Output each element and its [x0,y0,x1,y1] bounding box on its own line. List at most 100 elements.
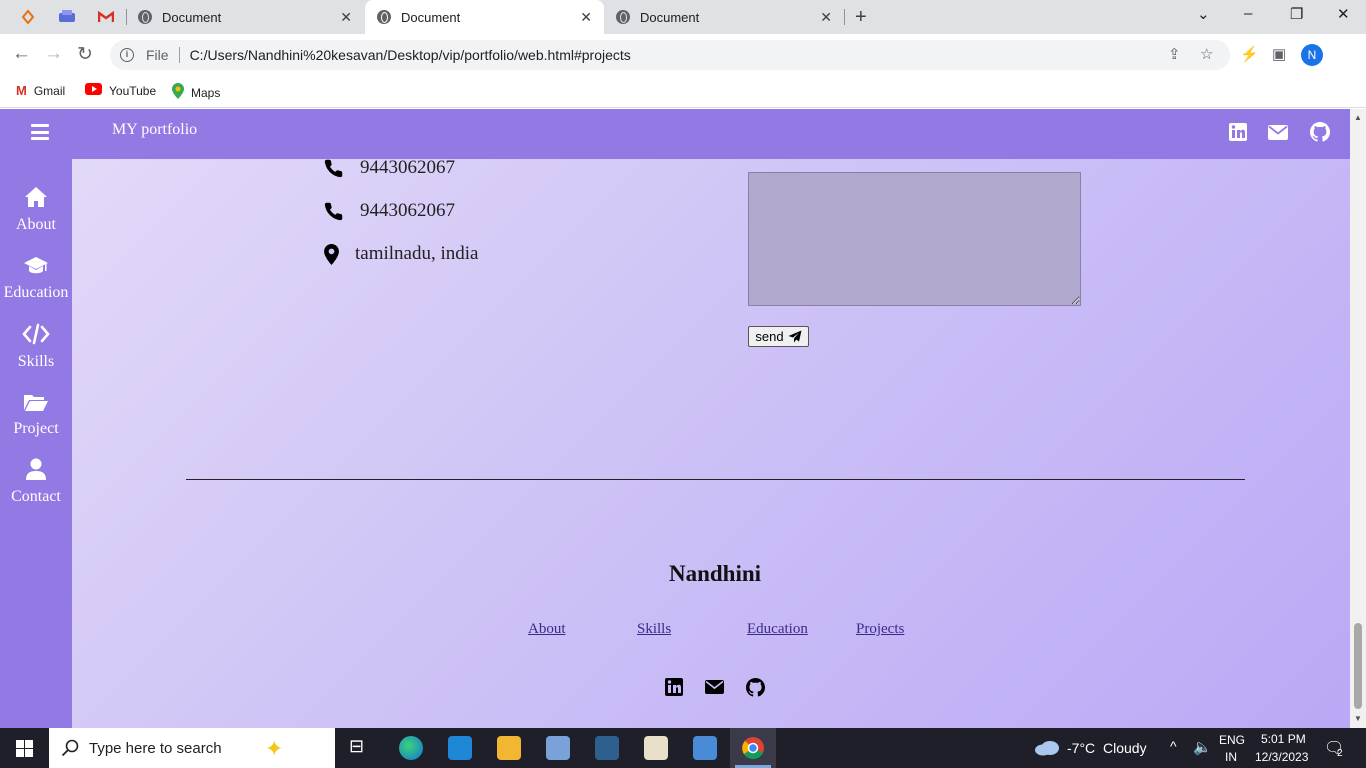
pinned-tab-printer[interactable] [54,6,80,28]
map-marker-icon [324,243,339,265]
close-icon[interactable]: ✕ [340,9,352,26]
browser-tab-bar: Document ✕ Document ✕ Document ✕ + ⌄ – ❐… [0,0,1366,34]
file-explorer-icon[interactable] [497,736,521,760]
taskbar-search-box[interactable]: Type here to search ✦ [49,728,335,768]
windows-start-icon[interactable] [16,740,33,757]
page-scrollbar[interactable]: ▲ ▼ [1350,109,1366,728]
mail-app-icon[interactable] [448,736,472,760]
profile-avatar[interactable]: N [1301,44,1323,66]
linkedin-icon[interactable] [1229,123,1247,141]
address-bar[interactable]: i File C:/Users/Nandhini%20kesavan/Deskt… [110,40,1230,70]
sidebar-item-project[interactable]: Project [0,392,72,438]
github-icon[interactable] [1310,122,1330,142]
hamburger-menu-icon[interactable] [31,124,49,140]
notification-count: 2 [1337,748,1343,759]
chrome-taskbar-button[interactable] [730,728,776,768]
tab-separator [844,9,845,25]
footer-link-about[interactable]: About [528,621,566,638]
tab-title: Document [640,9,700,25]
clock-date[interactable]: 12/3/2023 [1255,750,1308,764]
linkedin-icon[interactable] [665,678,683,696]
footer-link-skills[interactable]: Skills [637,621,671,638]
sidebar-item-about[interactable]: About [0,186,72,234]
top-navbar: MY portfolio [0,109,1350,159]
mail-icon[interactable] [705,680,724,694]
phone-number: 9443062067 [360,200,455,221]
sidebar-item-education[interactable]: Education [0,256,72,302]
bookmarks-bar: M Gmail YouTube Maps [0,76,1366,108]
contact-location: tamilnadu, india [324,243,478,265]
send-button[interactable]: send [748,326,809,347]
app-installer-icon[interactable] [693,736,717,760]
edge-icon[interactable] [399,736,423,760]
url-text[interactable]: C:/Users/Nandhini%20kesavan/Desktop/vip/… [190,47,631,63]
volume-icon[interactable]: 🔈 [1193,738,1212,756]
tray-overflow-chevron-icon[interactable]: ^ [1170,738,1177,754]
sidebar-item-label: Education [3,284,69,301]
site-info-icon[interactable]: i [120,48,134,62]
printer-icon [59,10,75,22]
window-close-button[interactable]: ✕ [1337,5,1350,23]
sparkle-icon: ✦ [265,736,284,761]
message-textarea[interactable] [748,172,1081,306]
restore-button[interactable]: ❐ [1290,5,1303,23]
bookmark-label: YouTube [109,83,157,98]
task-view-icon[interactable]: ⊟ [349,736,373,760]
sidebar-item-label: Contact [11,488,61,505]
footer-divider [186,479,1245,480]
reload-button[interactable]: ↻ [77,43,93,66]
language-region[interactable]: IN [1225,750,1237,764]
python-file-icon[interactable] [644,736,668,760]
divider [178,47,180,63]
home-icon [25,187,47,207]
bookmark-maps[interactable]: Maps [172,83,220,102]
clock-time[interactable]: 5:01 PM [1261,732,1306,746]
footer-link-education[interactable]: Education [747,621,808,638]
phone-icon [324,202,343,220]
pinned-tab-app[interactable] [15,6,41,28]
mail-icon[interactable] [1268,125,1288,140]
code-icon [22,323,50,345]
sidebar-item-label: Project [13,420,59,437]
scroll-down-arrow-icon[interactable]: ▼ [1354,714,1362,723]
tab-document-1[interactable]: Document ✕ [126,0,364,34]
gmail-icon: M [16,83,27,98]
back-button[interactable]: ← [12,43,31,65]
mysql-workbench-icon[interactable] [595,736,619,760]
language-code[interactable]: ENG [1219,733,1245,747]
sidebar-item-skills[interactable]: Skills [0,323,72,371]
tab-search-chevron-icon[interactable]: ⌄ [1197,5,1210,23]
contact-phone-2: 9443062067 [323,200,455,222]
app-cube-icon[interactable] [546,736,570,760]
tab-document-3[interactable]: Document ✕ [604,0,844,34]
contact-phone-1: 9443062067 [323,157,455,179]
search-icon [61,739,79,757]
pinned-tab-gmail[interactable] [93,6,119,28]
scrollbar-thumb[interactable] [1354,623,1362,709]
new-tab-button[interactable]: + [855,6,867,29]
close-icon[interactable]: ✕ [580,9,592,26]
share-icon[interactable]: ⇪ [1168,45,1181,63]
weather-temp[interactable]: -7°C [1067,740,1095,756]
forward-button[interactable]: → [44,43,63,65]
search-placeholder: Type here to search [89,739,222,757]
extensions-icon[interactable]: ⚡ [1240,45,1259,63]
sidebar-item-contact[interactable]: Contact [0,458,72,506]
scroll-up-arrow-icon[interactable]: ▲ [1354,113,1362,122]
tab-document-2[interactable]: Document ✕ [365,0,604,34]
brand-title: MY portfolio [112,121,198,138]
weather-condition[interactable]: Cloudy [1103,740,1147,756]
minimize-button[interactable]: – [1244,5,1252,22]
footer-link-projects[interactable]: Projects [856,621,904,638]
folder-open-icon [24,395,48,411]
bookmark-gmail[interactable]: M Gmail [16,83,65,98]
app-icon [21,9,35,25]
location-text: tamilnadu, india [355,243,479,264]
github-icon[interactable] [746,678,765,697]
bookmark-youtube[interactable]: YouTube [85,83,156,98]
bookmark-star-icon[interactable]: ☆ [1200,45,1213,63]
close-icon[interactable]: ✕ [820,9,832,26]
side-panel-icon[interactable]: ▣ [1272,45,1286,63]
graduation-cap-icon [24,257,48,274]
chrome-icon [742,737,764,759]
